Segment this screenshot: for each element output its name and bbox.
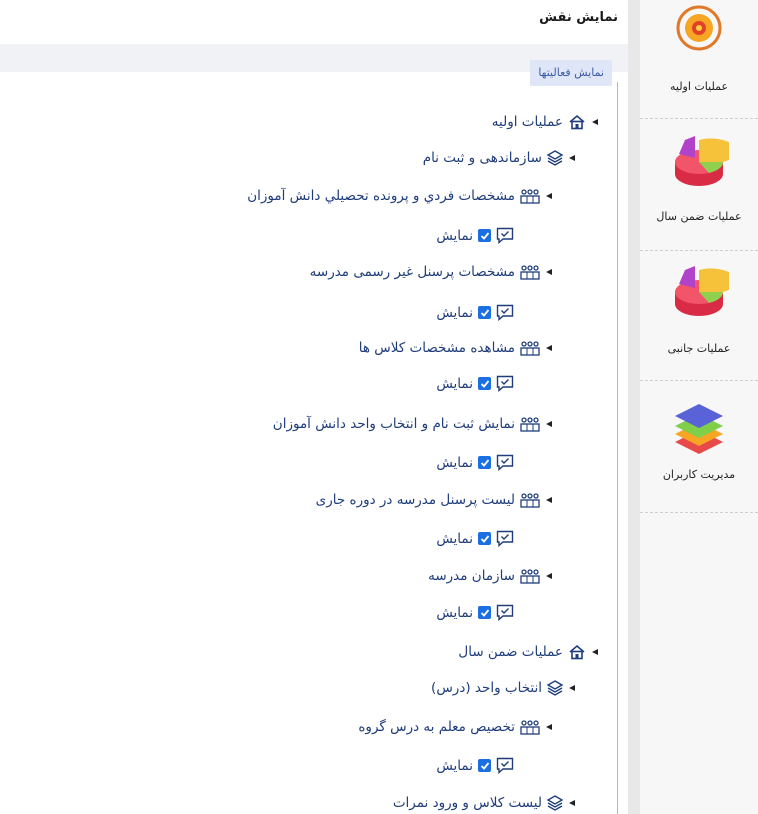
permission-row[interactable]: نمایش [436,375,514,392]
tree-label: تخصیص معلم به درس گروه [358,719,515,735]
tree-label: سازماندهی و ثبت نام [422,150,542,166]
pie-chart-icon [669,264,737,322]
permission-label: نمایش [436,375,473,392]
tree-label: نمایش ثبت نام و انتخاب واحد دانش آموزان [272,416,515,432]
comment-check-icon [496,227,514,244]
expand-caret-icon[interactable] [546,724,552,730]
users-icon [520,568,540,584]
users-icon [520,719,540,735]
users-icon [520,340,540,356]
tree-label: مشخصات فردي و پرونده تحصيلي دانش آموزان [247,188,515,204]
sidebar-item-label: عملیات جانبی [667,342,731,355]
permission-label: نمایش [436,454,473,471]
sidebar-separator [640,512,758,513]
tree-node-group-grades[interactable]: لیست کلاس و ورود نمرات [393,795,575,811]
tree-label: عملیات اولیه [491,114,563,130]
view-checkbox[interactable] [478,759,491,772]
tree-node-root-initial[interactable]: عملیات اولیه [492,114,598,130]
sidebar-item-initial-operations[interactable]: عملیات اولیه [640,0,758,112]
tree-node-group-course-selection[interactable]: انتخاب واحد (درس) [431,680,575,696]
layers-icon [669,398,729,458]
sidebar-separator [640,118,758,119]
permission-row[interactable]: نمایش [436,530,514,547]
expand-caret-icon[interactable] [546,497,552,503]
comment-check-icon [496,604,514,621]
tree-node-item-assign-teacher[interactable]: تخصیص معلم به درس گروه [358,719,552,735]
users-icon [520,416,540,432]
users-icon [520,188,540,204]
permission-row[interactable]: نمایش [436,454,514,471]
tree-node-item-class-info[interactable]: مشاهده مشخصات کلاس ها [359,340,552,356]
expand-caret-icon[interactable] [569,155,575,161]
expand-caret-icon[interactable] [546,193,552,199]
main-panel: نمایش نقش نمایش فعالیتها عملیات اولیه سا… [0,0,628,814]
sidebar-separator [640,250,758,251]
permission-label: نمایش [436,227,473,244]
sidebar-item-user-management[interactable]: مدیریت کاربران [640,392,758,502]
tree-node-item-staff-info[interactable]: مشخصات پرسنل غیر رسمی مدرسه [310,264,552,280]
tree-label: لیست پرسنل مدرسه در دوره جاری [315,492,515,508]
permission-row[interactable]: نمایش [436,757,514,774]
view-checkbox[interactable] [478,456,491,469]
expand-caret-icon[interactable] [569,800,575,806]
sidebar-item-label: عملیات ضمن سال [656,210,742,223]
tree-node-item-student-records[interactable]: مشخصات فردي و پرونده تحصيلي دانش آموزان [247,188,552,204]
tree-node-root-midyear[interactable]: عملیات ضمن سال [458,644,598,660]
users-icon [520,492,540,508]
sidebar-separator [640,380,758,381]
sidebar-item-side-operations[interactable]: عملیات جانبی [640,262,758,372]
expand-caret-icon[interactable] [546,269,552,275]
permission-label: نمایش [436,757,473,774]
comment-check-icon [496,757,514,774]
tree-guide-line [617,82,618,814]
users-icon [520,264,540,280]
sidebar-item-midyear-operations[interactable]: عملیات ضمن سال [640,130,758,240]
comment-check-icon [496,454,514,471]
expand-caret-icon[interactable] [592,649,598,655]
view-checkbox[interactable] [478,306,491,319]
tree-node-group-registration[interactable]: سازماندهی و ثبت نام [423,150,575,166]
view-checkbox[interactable] [478,229,491,242]
permission-label: نمایش [436,530,473,547]
gear-icon [669,4,729,60]
permission-row[interactable]: نمایش [436,227,514,244]
home-icon [568,644,586,660]
sidebar-item-label: مدیریت کاربران [662,468,736,481]
expand-caret-icon[interactable] [569,685,575,691]
layers-icon [547,680,563,696]
view-checkbox[interactable] [478,377,491,390]
sidebar-divider [628,0,640,814]
tree-label: مشاهده مشخصات کلاس ها [358,340,515,356]
permission-row[interactable]: نمایش [436,604,514,621]
tree-label: عملیات ضمن سال [458,644,563,660]
view-checkbox[interactable] [478,532,491,545]
view-checkbox[interactable] [478,606,491,619]
expand-caret-icon[interactable] [546,421,552,427]
expand-caret-icon[interactable] [546,345,552,351]
home-icon [568,114,586,130]
permission-label: نمایش [436,604,473,621]
tab-activities[interactable]: نمایش فعالیتها [530,60,612,86]
pie-chart-icon [669,134,737,192]
tree-label: مشخصات پرسنل غیر رسمی مدرسه [309,264,515,280]
layers-icon [547,150,563,166]
expand-caret-icon[interactable] [546,573,552,579]
sidebar-item-label: عملیات اولیه [669,80,729,93]
layers-icon [547,795,563,811]
comment-check-icon [496,304,514,321]
expand-caret-icon[interactable] [592,119,598,125]
tree-node-item-school-org[interactable]: سازمان مدرسه [428,568,552,584]
tree-node-item-registration-view[interactable]: نمایش ثبت نام و انتخاب واحد دانش آموزان [273,416,552,432]
tree-label: لیست کلاس و ورود نمرات [392,795,542,811]
tree-label: سازمان مدرسه [428,568,515,584]
comment-check-icon [496,530,514,547]
tree-node-item-staff-list[interactable]: لیست پرسنل مدرسه در دوره جاری [316,492,552,508]
permission-label: نمایش [436,304,473,321]
page-title: نمایش نقش [539,10,618,25]
comment-check-icon [496,375,514,392]
tree-label: انتخاب واحد (درس) [431,680,542,696]
permission-row[interactable]: نمایش [436,304,514,321]
